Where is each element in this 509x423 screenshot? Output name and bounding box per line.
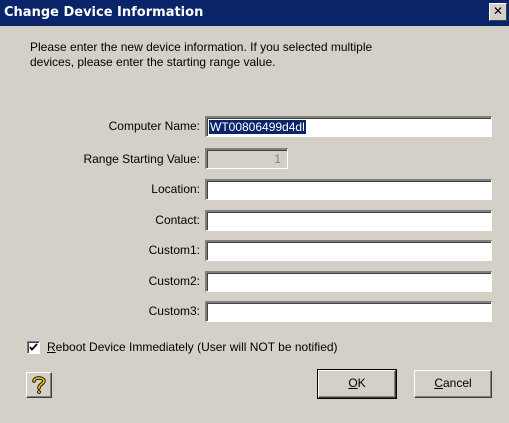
reboot-mnemonic: R bbox=[47, 340, 56, 354]
reboot-label-text: eboot Device Immediately (User will NOT … bbox=[55, 340, 338, 354]
computer-name-label: Computer Name: bbox=[108, 119, 200, 133]
help-question-icon bbox=[32, 376, 46, 394]
title-bar[interactable]: Change Device Information ✕ bbox=[0, 0, 509, 26]
reboot-checkbox[interactable] bbox=[27, 341, 40, 354]
contact-field[interactable] bbox=[205, 210, 492, 231]
instructions-line-2: devices, please enter the starting range… bbox=[30, 55, 276, 69]
ok-button[interactable]: OK bbox=[317, 369, 397, 399]
reboot-checkbox-label[interactable]: Reboot Device Immediately (User will NOT… bbox=[47, 340, 338, 354]
cancel-label-text: ancel bbox=[442, 376, 472, 390]
help-button[interactable] bbox=[26, 372, 52, 398]
window-title: Change Device Information bbox=[4, 5, 204, 20]
change-device-dialog: Change Device Information ✕ Please enter… bbox=[0, 0, 509, 423]
location-label: Location: bbox=[151, 182, 200, 196]
ok-mnemonic: O bbox=[348, 376, 358, 390]
custom3-label: Custom3: bbox=[148, 304, 200, 318]
custom2-field[interactable] bbox=[205, 271, 492, 292]
close-icon: ✕ bbox=[492, 4, 504, 18]
location-field[interactable] bbox=[205, 179, 492, 200]
range-start-field: 1 bbox=[205, 148, 288, 169]
ok-label-text: K bbox=[357, 376, 366, 390]
close-button[interactable]: ✕ bbox=[489, 3, 507, 21]
custom3-field[interactable] bbox=[205, 301, 492, 322]
computer-name-field[interactable]: WT00806499d4dl bbox=[205, 116, 492, 137]
computer-name-value: WT00806499d4dl bbox=[209, 120, 306, 134]
cancel-mnemonic: C bbox=[434, 376, 443, 390]
custom2-label: Custom2: bbox=[148, 274, 200, 288]
contact-label: Contact: bbox=[155, 213, 200, 227]
checkmark-icon bbox=[29, 343, 38, 351]
custom1-label: Custom1: bbox=[148, 243, 200, 257]
cancel-button[interactable]: Cancel bbox=[414, 370, 492, 398]
range-start-label: Range Starting Value: bbox=[83, 152, 200, 166]
instructions-text: Please enter the new device information.… bbox=[30, 40, 470, 70]
custom1-field[interactable] bbox=[205, 240, 492, 261]
instructions-line-1: Please enter the new device information.… bbox=[30, 40, 373, 54]
range-start-value: 1 bbox=[274, 152, 281, 166]
